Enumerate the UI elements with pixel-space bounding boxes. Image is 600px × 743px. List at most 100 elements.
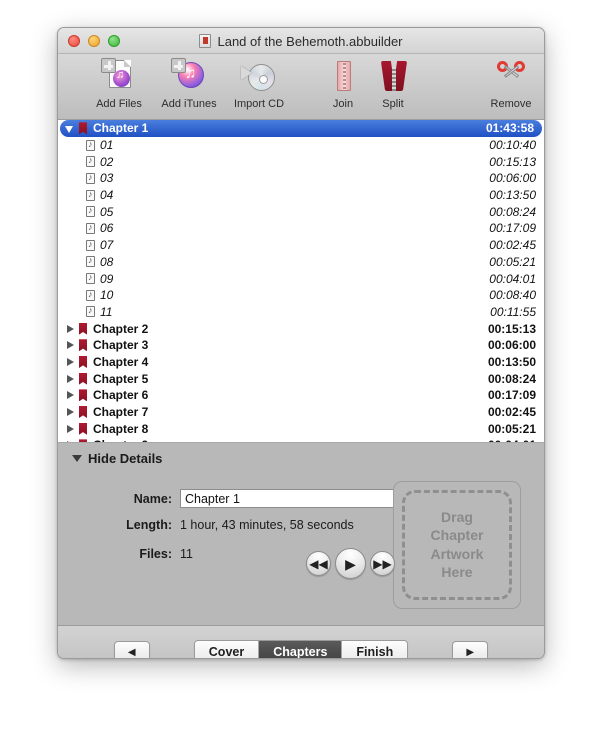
app-window: Land of the Behemoth.abbuilder Add Files… [57,27,545,659]
track-row[interactable]: 08 00:05:21 [58,254,544,271]
disclosure-closed-icon[interactable] [64,339,77,352]
segment-finish[interactable]: Finish [342,641,408,658]
audio-file-icon [86,272,95,285]
row-name: 08 [100,254,114,269]
row-duration: 01:43:58 [485,121,534,136]
row-name: Chapter 7 [93,405,149,420]
row-name: Chapter 6 [93,388,149,403]
split-label: Split [382,98,404,110]
chapter-list[interactable]: Chapter 101:43:580100:10:400200:15:13030… [58,120,544,443]
row-name: 05 [100,204,114,219]
scissors-icon [492,58,530,96]
play-button[interactable]: ▶ [335,548,366,579]
row-name: Chapter 2 [93,321,149,336]
bookmark-icon [79,372,87,385]
chapter-artwork-dropzone[interactable]: Drag Chapter Artwork Here [393,481,521,609]
track-row[interactable]: 04 00:13:50 [58,187,544,204]
track-row[interactable]: 01 00:10:40 [58,137,544,154]
files-label: Files: [139,547,172,561]
disclosure-closed-icon[interactable] [64,372,77,385]
disclosure-open-icon[interactable] [64,122,77,135]
segment-chapters[interactable]: Chapters [259,641,343,658]
chapter-row[interactable]: Chapter 4 00:13:50 [58,354,544,371]
bookmark-document-icon [199,34,212,48]
remove-button[interactable]: Remove [478,58,544,110]
track-row[interactable]: 03 00:06:00 [58,170,544,187]
track-row[interactable]: 05 00:08:24 [58,203,544,220]
row-name: Chapter 4 [93,354,149,369]
chapter-row[interactable]: Chapter 2 00:15:13 [58,320,544,337]
chapter-row[interactable]: Chapter 8 00:05:21 [58,420,544,437]
right-arrow-icon: ▶ [466,646,475,658]
step-segmented-control[interactable]: Cover Chapters Finish [193,640,409,658]
audio-file-icon [86,305,95,318]
chapter-row[interactable]: Chapter 1 01:43:58 [60,120,542,137]
artwork-line-3: Artwork [430,545,484,562]
track-row[interactable]: 09 00:04:01 [58,270,544,287]
left-arrow-icon: ◀ [127,646,136,658]
play-icon: ▶ [345,555,356,572]
chapter-row[interactable]: Chapter 6 00:17:09 [58,387,544,404]
row-duration: 00:11:55 [490,304,536,319]
disclosure-closed-icon[interactable] [64,322,77,335]
disclosure-closed-icon[interactable] [64,355,77,368]
disclosure-closed-icon[interactable] [64,389,77,402]
artwork-line-1: Drag [441,509,473,526]
track-row[interactable]: 02 00:15:13 [58,153,544,170]
row-duration: 00:17:09 [487,388,536,403]
row-duration: 00:13:50 [489,188,536,203]
chevron-down-icon [72,455,82,462]
bookmark-icon [79,422,87,435]
fast-forward-button[interactable]: ▶▶ [370,551,395,576]
bookmark-icon [79,389,87,402]
disclosure-closed-icon[interactable] [64,406,77,419]
toolbar: Add Files Add iTunes Import CD Join [58,54,544,120]
title-wrapper: Land of the Behemoth.abbuilder [58,28,544,54]
row-duration: 00:04:01 [489,271,536,286]
row-duration: 00:15:13 [489,154,536,169]
chapter-row[interactable]: Chapter 5 00:08:24 [58,370,544,387]
add-files-button[interactable]: Add Files [86,58,152,110]
row-name: 06 [100,221,114,236]
audio-file-icon [86,205,95,218]
audio-file-icon [86,289,95,301]
row-duration: 00:10:40 [489,138,536,153]
split-zipper-icon [374,58,412,96]
import-cd-button[interactable]: Import CD [226,58,292,110]
previous-step-button[interactable]: ◀ [113,641,150,658]
add-files-label: Add Files [96,98,142,110]
add-files-icon [100,58,138,96]
join-label: Join [332,98,354,110]
artwork-line-4: Here [441,563,473,580]
add-itunes-button[interactable]: Add iTunes [156,58,222,110]
row-duration: 00:13:50 [487,354,536,369]
track-row[interactable]: 07 00:02:45 [58,237,544,254]
audio-file-icon [86,155,95,168]
row-name: 10 [100,288,114,303]
audio-file-icon [86,239,95,251]
row-duration: 00:08:24 [489,204,536,219]
segment-cover[interactable]: Cover [194,641,260,658]
track-row[interactable]: 06 00:17:09 [58,220,544,237]
split-button[interactable]: Split [360,58,426,110]
chapter-row[interactable]: Chapter 7 00:02:45 [58,404,544,421]
row-name: 03 [100,171,114,186]
audio-file-icon [86,222,95,234]
artwork-dashed-frame: Drag Chapter Artwork Here [402,490,512,600]
hide-details-toggle[interactable]: Hide Details [58,443,544,466]
audio-file-icon [86,139,95,151]
import-cd-icon [240,58,278,96]
next-step-button[interactable]: ▶ [452,641,489,658]
add-itunes-label: Add iTunes [161,98,217,110]
hide-details-label: Hide Details [88,451,163,466]
transport-controls: ◀◀ ▶ ▶▶ [306,548,395,579]
chapter-row[interactable]: Chapter 3 00:06:00 [58,337,544,354]
disclosure-closed-icon[interactable] [64,422,77,435]
audio-file-icon [86,189,95,201]
track-row[interactable]: 11 00:11:55 [58,304,544,321]
track-row[interactable]: 10 00:08:40 [58,287,544,304]
rewind-button[interactable]: ◀◀ [306,551,331,576]
row-duration: 00:08:24 [487,371,536,386]
bottom-bar: ◀ Cover Chapters Finish ▶ [58,626,544,658]
row-name: 11 [100,304,113,319]
